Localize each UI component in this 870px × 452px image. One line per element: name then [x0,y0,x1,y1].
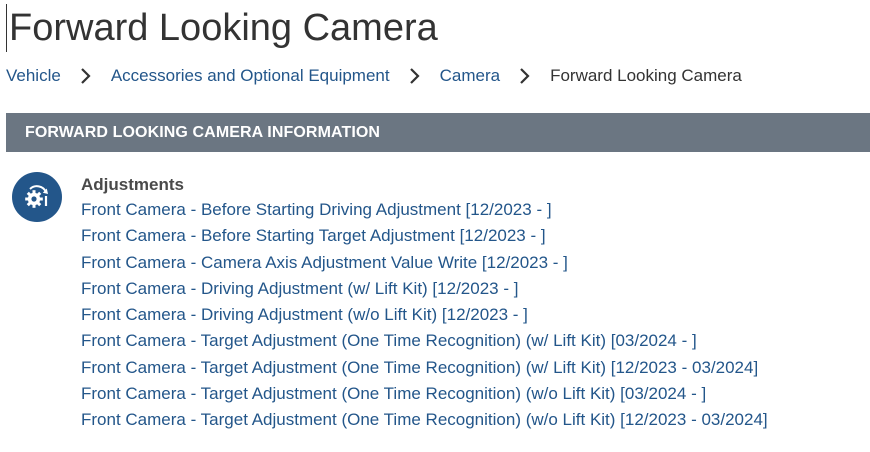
adjustments-section: Adjustments Front Camera - Before Starti… [81,173,768,434]
adjustment-gear-icon [12,172,62,222]
list-item: Front Camera - Target Adjustment (One Ti… [81,381,768,407]
adjustments-list: Front Camera - Before Starting Driving A… [81,197,768,434]
chevron-right-icon [390,63,440,89]
adjustment-link[interactable]: Front Camera - Driving Adjustment (w/ Li… [81,279,518,298]
section-header: FORWARD LOOKING CAMERA INFORMATION [6,113,870,152]
list-item: Front Camera - Target Adjustment (One Ti… [81,328,768,354]
breadcrumb-link-vehicle[interactable]: Vehicle [6,66,61,86]
breadcrumb-current: Forward Looking Camera [550,66,742,85]
adjustments-heading: Adjustments [81,175,184,194]
adjustment-link[interactable]: Front Camera - Target Adjustment (One Ti… [81,331,697,350]
breadcrumb-link-camera[interactable]: Camera [440,66,500,86]
chevron-right-icon [61,63,111,89]
adjustment-link[interactable]: Front Camera - Target Adjustment (One Ti… [81,410,768,429]
breadcrumb: Vehicle Accessories and Optional Equipme… [6,63,742,89]
list-item: Front Camera - Camera Axis Adjustment Va… [81,250,768,276]
adjustment-link[interactable]: Front Camera - Before Starting Target Ad… [81,226,546,245]
list-item: Front Camera - Driving Adjustment (w/ Li… [81,276,768,302]
adjustment-link[interactable]: Front Camera - Target Adjustment (One Ti… [81,358,758,377]
adjustment-link[interactable]: Front Camera - Camera Axis Adjustment Va… [81,253,568,272]
adjustment-link[interactable]: Front Camera - Target Adjustment (One Ti… [81,384,706,403]
adjustment-link[interactable]: Front Camera - Before Starting Driving A… [81,200,552,219]
list-item: Front Camera - Driving Adjustment (w/o L… [81,302,768,328]
page-title: Forward Looking Camera [6,4,438,52]
list-item: Front Camera - Before Starting Driving A… [81,197,768,223]
list-item: Front Camera - Target Adjustment (One Ti… [81,355,768,381]
adjustment-link[interactable]: Front Camera - Driving Adjustment (w/o L… [81,305,528,324]
chevron-right-icon [500,63,550,89]
list-item: Front Camera - Target Adjustment (One Ti… [81,407,768,433]
list-item: Front Camera - Before Starting Target Ad… [81,223,768,249]
section-header-title: FORWARD LOOKING CAMERA INFORMATION [25,123,381,141]
breadcrumb-link-accessories[interactable]: Accessories and Optional Equipment [111,66,390,86]
